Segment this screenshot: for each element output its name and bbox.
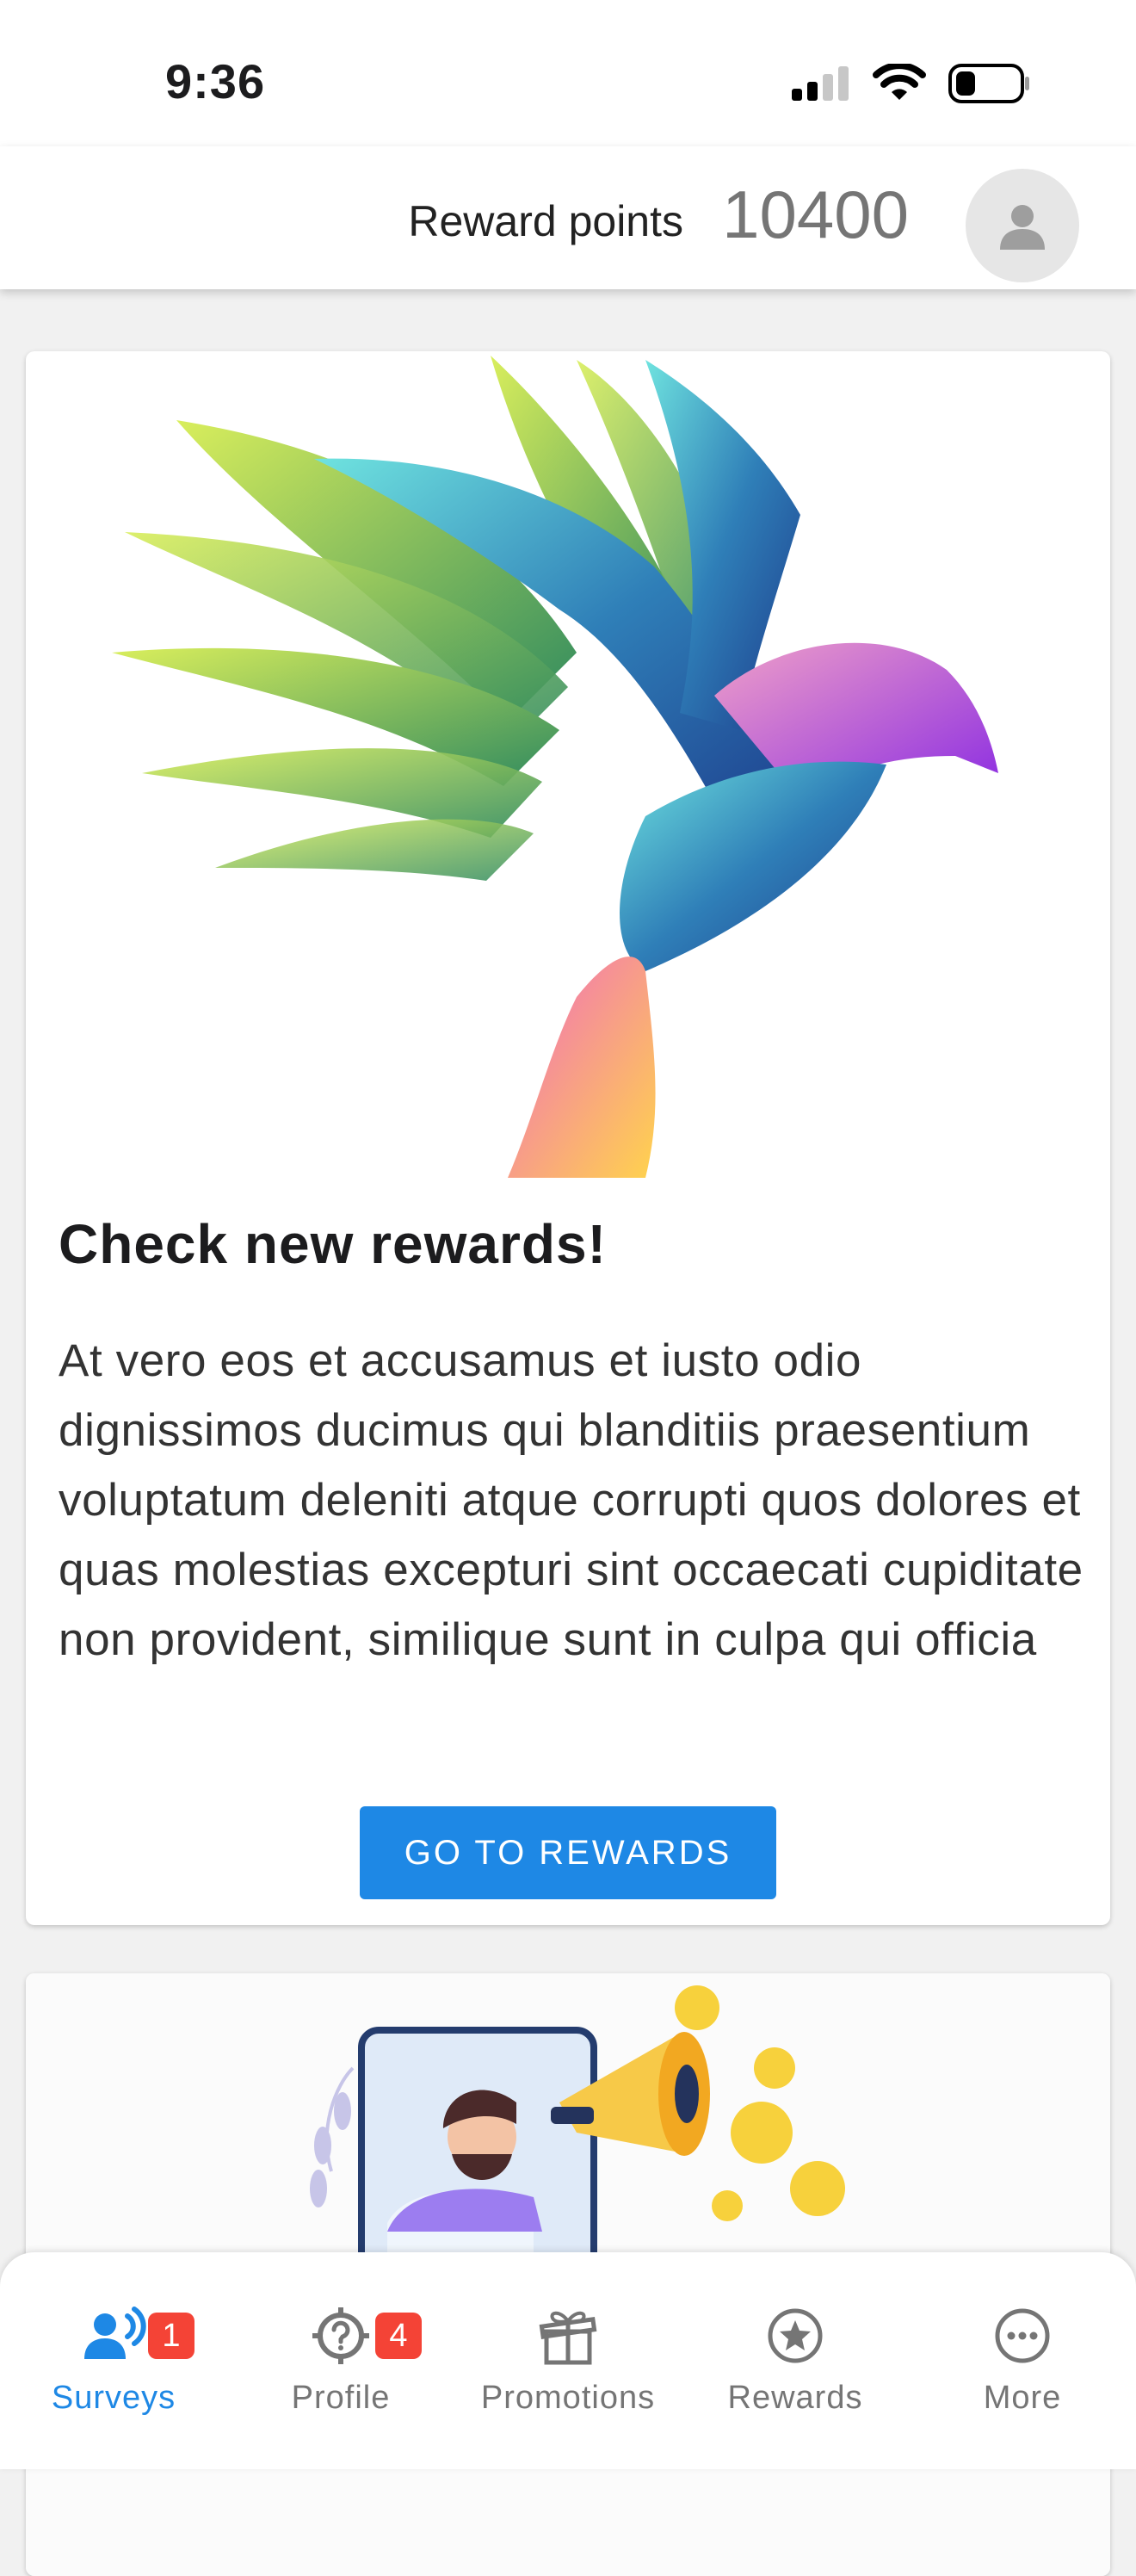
status-time: 9:36	[165, 54, 266, 108]
surveys-badge: 1	[148, 2313, 194, 2359]
cellular-signal-icon	[792, 66, 849, 101]
profile-badge: 4	[375, 2313, 422, 2359]
battery-icon	[948, 64, 1029, 103]
card-title: Check new rewards!	[59, 1213, 607, 1275]
more-icon	[995, 2308, 1050, 2363]
tab-rewards[interactable]: Rewards	[682, 2252, 909, 2424]
tab-more-label: More	[983, 2380, 1062, 2416]
profile-avatar-button[interactable]	[966, 169, 1079, 282]
text-fade-overlay	[26, 1677, 1110, 1772]
reward-points-label: Reward points	[408, 197, 683, 245]
status-icons	[792, 62, 1031, 105]
tab-surveys-label: Surveys	[51, 2380, 176, 2416]
bottom-tab-bar: 1 Surveys 4 Profile Promotions Rewards M…	[0, 2252, 1136, 2469]
tab-profile[interactable]: 4 Profile	[227, 2252, 454, 2424]
person-icon	[1000, 205, 1045, 250]
star-circle-icon	[768, 2308, 823, 2363]
rewards-card: Check new rewards! At vero eos et accusa…	[26, 351, 1110, 1925]
tab-more[interactable]: More	[909, 2252, 1136, 2424]
bird-illustration	[112, 356, 998, 1178]
tab-profile-label: Profile	[291, 2380, 391, 2416]
go-to-rewards-button[interactable]: GO TO REWARDS	[360, 1806, 776, 1899]
tab-promotions-label: Promotions	[480, 2380, 656, 2416]
app-header: Reward points 10400	[0, 146, 1136, 289]
question-target-icon	[312, 2307, 369, 2364]
wifi-icon	[873, 64, 926, 100]
gift-icon	[539, 2311, 597, 2365]
survey-icon	[84, 2307, 146, 2359]
tab-surveys[interactable]: 1 Surveys	[0, 2252, 227, 2424]
tab-rewards-label: Rewards	[727, 2380, 863, 2416]
status-bar: 9:36	[0, 0, 1136, 146]
tab-promotions[interactable]: Promotions	[454, 2252, 682, 2424]
reward-points-value: 10400	[722, 176, 909, 252]
